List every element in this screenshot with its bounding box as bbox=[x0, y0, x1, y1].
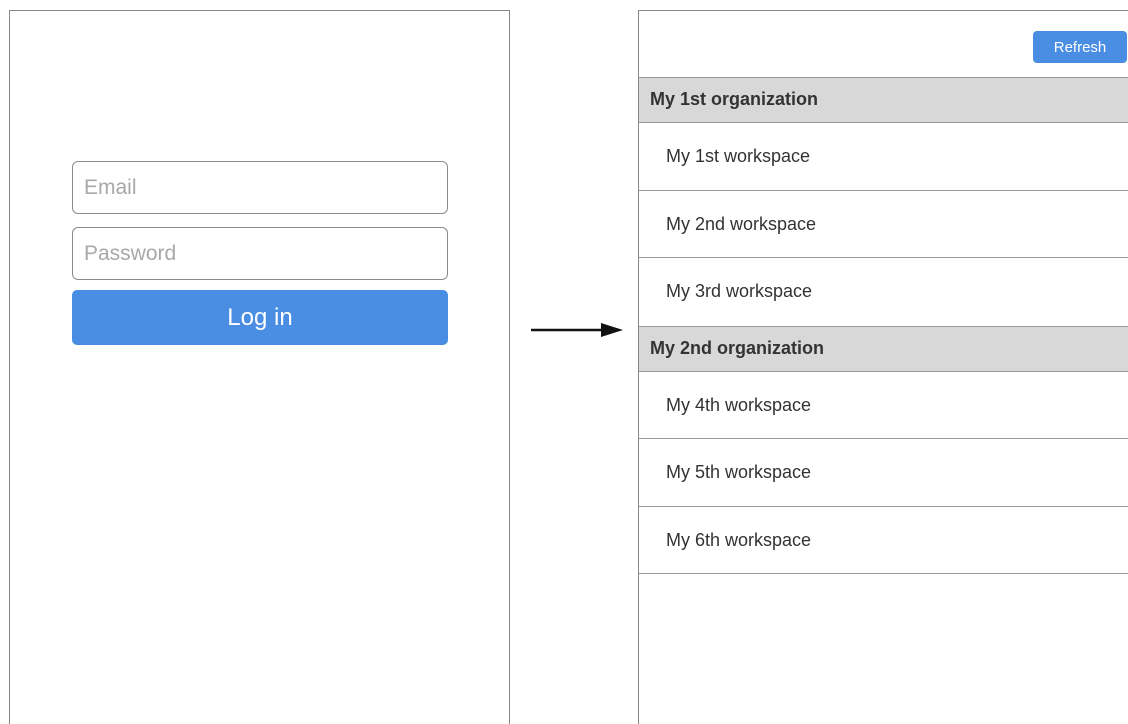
organization-header: My 2nd organization bbox=[639, 325, 1128, 372]
password-field[interactable] bbox=[72, 227, 448, 280]
workspace-item[interactable]: My 6th workspace bbox=[639, 506, 1128, 574]
workspace-item[interactable]: My 2nd workspace bbox=[639, 190, 1128, 258]
workspace-item[interactable]: My 4th workspace bbox=[639, 371, 1128, 439]
login-button[interactable]: Log in bbox=[72, 290, 448, 345]
workspace-item[interactable]: My 3rd workspace bbox=[639, 258, 1128, 326]
organization-group: My 1st organization My 1st workspace My … bbox=[639, 77, 1128, 326]
login-form: Log in bbox=[72, 161, 448, 345]
workspace-item[interactable]: My 1st workspace bbox=[639, 123, 1128, 191]
organization-group: My 2nd organization My 4th workspace My … bbox=[639, 325, 1128, 574]
workspace-list: My 1st organization My 1st workspace My … bbox=[639, 77, 1128, 574]
refresh-button[interactable]: Refresh bbox=[1033, 31, 1127, 63]
email-field[interactable] bbox=[72, 161, 448, 214]
canvas: Log in Refresh My 1st organization My 1s… bbox=[0, 0, 1128, 724]
organization-header: My 1st organization bbox=[639, 77, 1128, 123]
workspace-screen: Refresh My 1st organization My 1st works… bbox=[638, 10, 1128, 724]
workspace-item[interactable]: My 5th workspace bbox=[639, 439, 1128, 507]
right-arrow-icon bbox=[531, 323, 623, 337]
top-bar: Refresh bbox=[639, 11, 1128, 77]
login-screen: Log in bbox=[9, 10, 510, 724]
